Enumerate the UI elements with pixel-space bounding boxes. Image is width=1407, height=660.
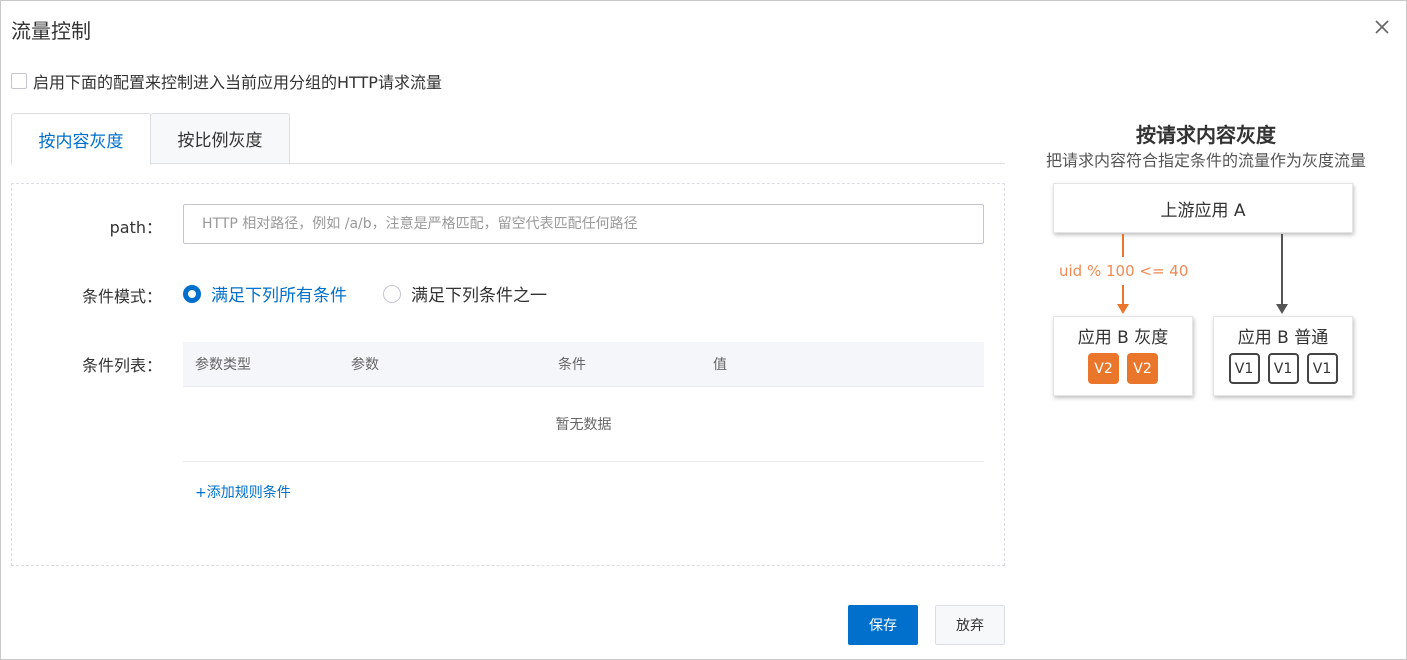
enable-checkbox-label[interactable]: 启用下面的配置来控制进入当前应用分组的HTTP请求流量	[33, 69, 442, 93]
normal-app-label: 应用 B 普通	[1237, 328, 1329, 348]
condition-list-label: 条件列表：	[81, 356, 162, 375]
gray-arrow-head	[1117, 304, 1129, 314]
normal-arrow-head	[1276, 304, 1288, 314]
version-chip: V1	[1306, 353, 1338, 384]
column-param-type: 参数类型	[195, 357, 251, 373]
gray-mode-tabs: 按内容灰度 按比例灰度	[11, 113, 1005, 165]
enable-checkbox[interactable]	[11, 73, 27, 89]
path-label: path：	[109, 218, 162, 237]
radio-all-conditions-dot[interactable]	[183, 284, 201, 303]
column-condition: 条件	[558, 357, 586, 373]
table-empty-state: 暂无数据	[183, 387, 984, 462]
radio-all-conditions-label[interactable]: 满足下列所有条件	[211, 281, 347, 306]
version-chip: V2	[1088, 353, 1119, 384]
mode-radio-group: 满足下列所有条件 满足下列条件之一	[183, 281, 583, 306]
save-button[interactable]: 保存	[848, 605, 918, 645]
version-chip: V1	[1267, 353, 1299, 384]
add-rule-link[interactable]: +添加规则条件	[195, 482, 291, 502]
content-gray-panel: path： 条件模式： 满足下列所有条件 满足下列条件之一 条件列表： 参数类型…	[11, 183, 1005, 566]
tab-content-gray[interactable]: 按内容灰度	[11, 113, 151, 165]
version-chip: V1	[1228, 353, 1260, 384]
radio-all-conditions[interactable]: 满足下列所有条件	[183, 281, 347, 306]
gray-chips: V2 V2	[1054, 353, 1192, 384]
normal-app-box: 应用 B 普通 V1 V1 V1	[1213, 316, 1353, 396]
radio-any-condition-label[interactable]: 满足下列条件之一	[411, 281, 547, 306]
gray-rule-text: uid % 100 <= 40	[1059, 262, 1189, 280]
radio-any-condition[interactable]: 满足下列条件之一	[383, 281, 547, 306]
table-header: 参数类型 参数 条件 值	[183, 342, 984, 387]
column-value: 值	[713, 357, 727, 373]
traffic-control-dialog: 流量控制 启用下面的配置来控制进入当前应用分组的HTTP请求流量 按内容灰度 按…	[0, 0, 1407, 660]
radio-any-condition-dot[interactable]	[383, 284, 401, 303]
close-icon[interactable]	[1368, 13, 1396, 41]
mode-label: 条件模式：	[81, 287, 162, 306]
gray-app-box: 应用 B 灰度 V2 V2	[1053, 316, 1193, 396]
dialog-title: 流量控制	[11, 19, 91, 43]
gray-app-label: 应用 B 灰度	[1077, 328, 1169, 348]
column-param: 参数	[351, 357, 379, 373]
path-input[interactable]	[183, 204, 984, 244]
normal-chips: V1 V1 V1	[1214, 353, 1352, 384]
enable-config-row: 启用下面的配置来控制进入当前应用分组的HTTP请求流量	[11, 69, 442, 93]
tab-ratio-gray[interactable]: 按比例灰度	[150, 113, 290, 164]
gray-diagram: 按请求内容灰度 把请求内容符合指定条件的流量作为灰度流量 上游应用 A uid …	[1011, 111, 1401, 411]
condition-table: 参数类型 参数 条件 值 暂无数据	[183, 342, 984, 462]
version-chip: V2	[1127, 353, 1158, 384]
cancel-button[interactable]: 放弃	[935, 605, 1005, 645]
